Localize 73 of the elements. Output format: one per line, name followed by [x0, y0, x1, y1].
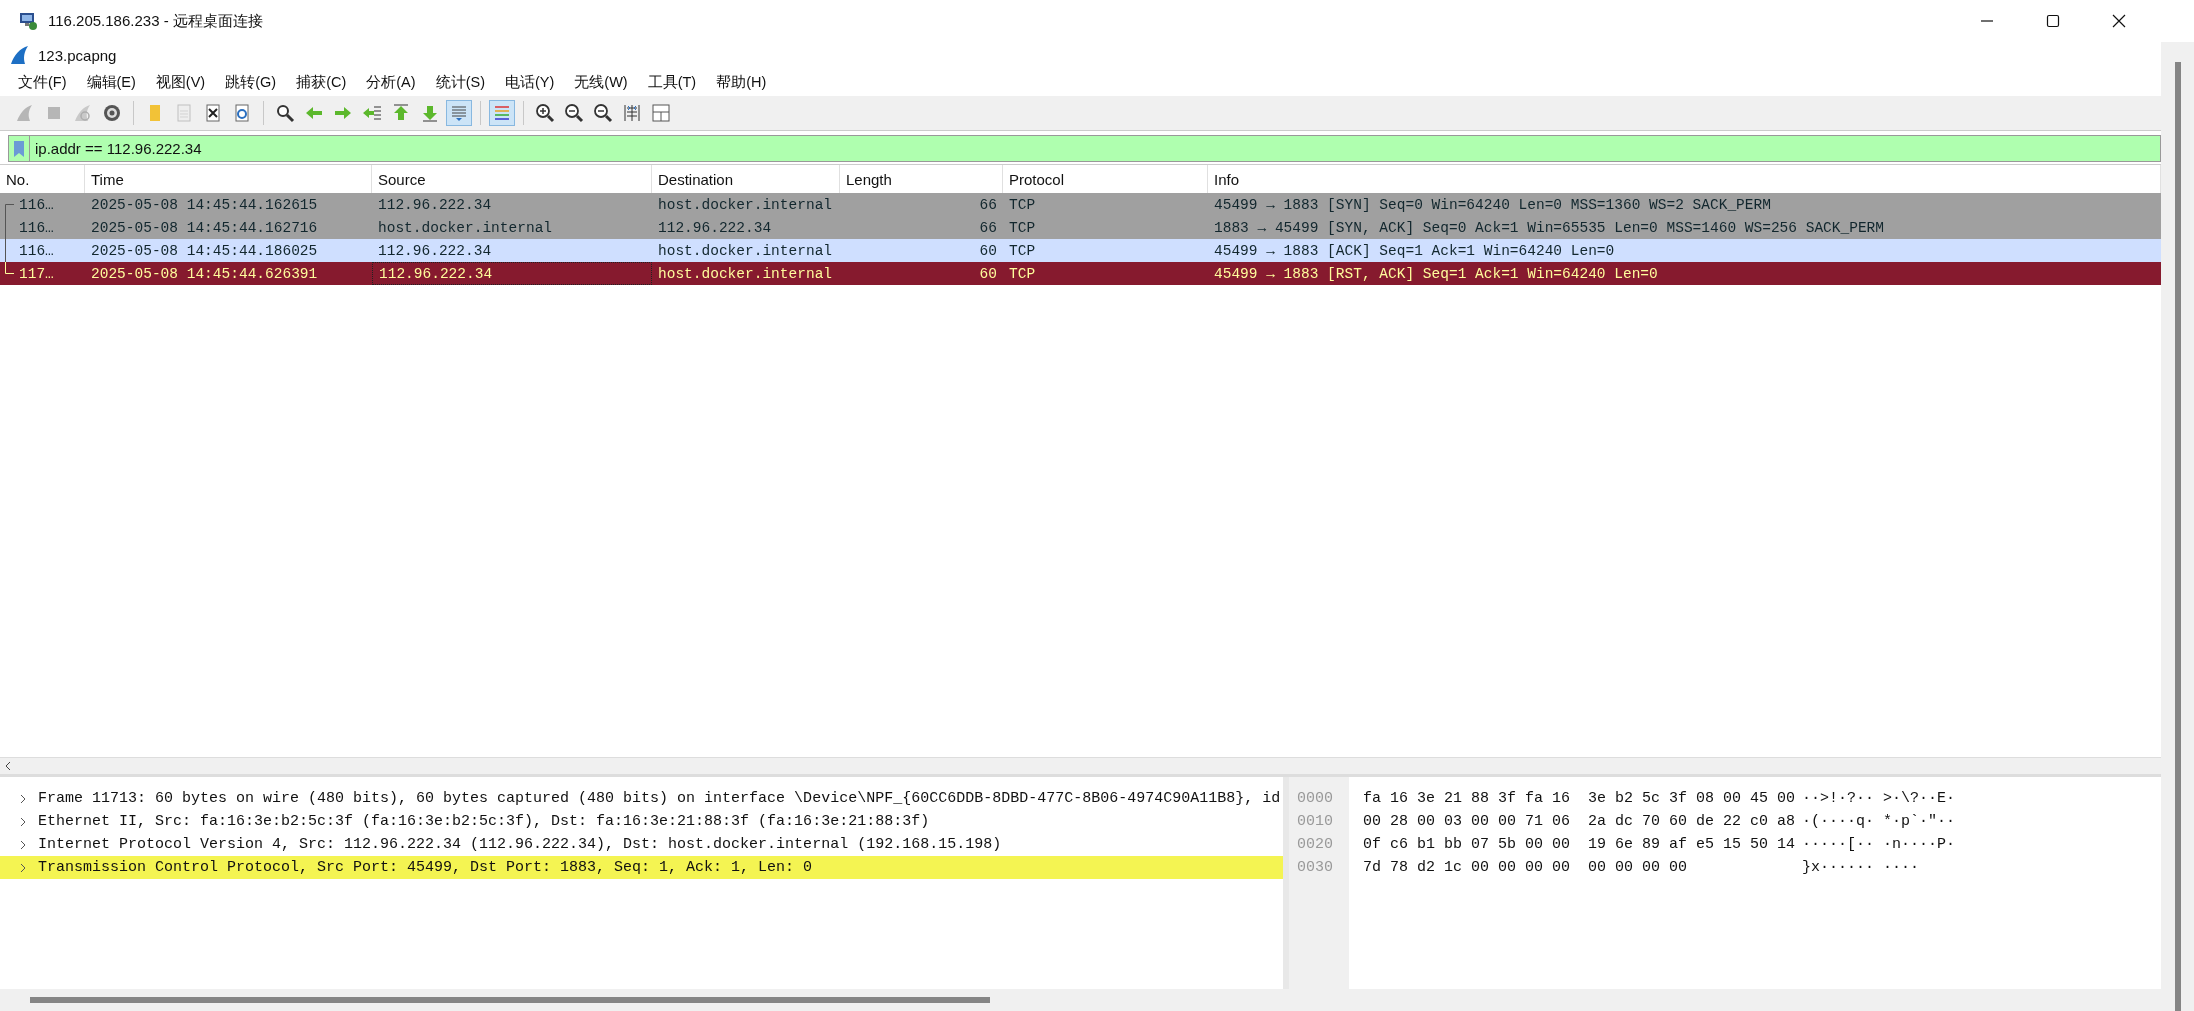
table-cell: 112.96.222.34 — [372, 262, 652, 285]
detail-item[interactable]: Internet Protocol Version 4, Src: 112.96.222.34 (112.96.222.34), Dst: host.docker.internal (192.168.15.198) — [38, 836, 1002, 853]
table-cell-text: host.docker.internal — [657, 241, 834, 261]
expand-icon[interactable] — [18, 862, 28, 873]
monitor-icon — [18, 11, 38, 31]
table-cell-text: 116… — [19, 218, 54, 238]
menu-item[interactable]: 捕获(C) — [286, 72, 357, 92]
packet-row[interactable]: 117… 2025-05-08 14:45:44.626391 112.96.222.34 host.docker.internal 60 TCP 45499 → 1883 [RST, ACK] Seq=1 Ack=1 Win=64240 Len=0 — [0, 262, 2161, 285]
hex-offset: 0030 — [1296, 859, 1334, 876]
menu-item[interactable]: 跳转(G) — [215, 72, 287, 92]
table-cell-text: 116… — [19, 195, 54, 215]
table-cell-text: TCP — [1008, 241, 1037, 261]
hex-bytes: 7d 78 d2 1c 00 00 00 00 00 00 00 00 — [1362, 859, 1689, 876]
autoscroll-icon[interactable] — [446, 100, 472, 126]
menu-item[interactable]: 视图(V) — [145, 72, 216, 92]
table-cell-text: 1883 → 45499 [SYN, ACK] Seq=0 Ack=1 Win=65535 Len=0 MSS=1460 WS=256 SACK_PERM — [1213, 218, 1885, 238]
table-cell-text: TCP — [1008, 264, 1037, 284]
table-cell-text: host.docker.internal — [657, 195, 834, 215]
scrollbar-thumb[interactable] — [30, 997, 990, 1003]
menu-item[interactable]: 统计(S) — [425, 72, 495, 92]
hex-ascii: ·····[·· ·n····P· — [1802, 836, 1956, 853]
bookmark-icon[interactable] — [13, 139, 25, 158]
table-cell-text: host.docker.internal — [657, 264, 834, 284]
expand-icon[interactable] — [18, 793, 28, 804]
detail-item[interactable]: Frame 11713: 60 bytes on wire (480 bits), 60 bytes captured (480 bits) on interface \Device\NPF_{60CC6DDB-8DBD-477C-8B06-4974C90A11B8}, id — [38, 790, 1281, 807]
scrollbar-thumb[interactable] — [2174, 62, 2181, 1011]
hex-offset: 0000 — [1296, 790, 1334, 807]
hex-ascii: ·(····q· *·p`·"·· — [1802, 813, 1956, 830]
hex-bytes: fa 16 3e 21 88 3f fa 16 3e b2 5c 3f 08 00 45 00 — [1362, 790, 1797, 807]
menu-item[interactable]: 分析(A) — [356, 72, 426, 92]
menu-item[interactable]: 工具(T) — [637, 72, 707, 92]
table-cell-text: 2025-05-08 14:45:44.186025 — [90, 241, 319, 261]
table-cell-text: 60 — [978, 264, 998, 284]
table-cell-text: host.docker.internal — [377, 218, 554, 238]
menu-item[interactable]: 电话(Y) — [494, 72, 565, 92]
expand-icon[interactable] — [18, 816, 28, 827]
table-cell-text: 112.96.222.34 — [377, 241, 493, 261]
table-cell-text: 117… — [19, 264, 54, 284]
table-cell-text: 112.96.222.34 — [377, 195, 493, 215]
table-cell-text: 66 — [978, 195, 998, 215]
table-cell-text: 45499 → 1883 [SYN] Seq=0 Win=64240 Len=0 MSS=1360 WS=2 SACK_PERM — [1213, 195, 1772, 215]
hex-offset: 0010 — [1296, 813, 1334, 830]
expand-icon[interactable] — [18, 839, 28, 850]
table-cell-text: TCP — [1008, 218, 1037, 238]
hex-ascii: ··>!·?·· >·\?··E· — [1802, 790, 1956, 807]
scroll-left-icon[interactable] — [3, 761, 13, 771]
colored-lines-icon[interactable] — [489, 100, 515, 126]
window-title: 116.205.186.233 - 远程桌面连接 — [48, 11, 263, 31]
hex-offset: 0020 — [1296, 836, 1334, 853]
table-cell-text: 2025-05-08 14:45:44.162716 — [90, 218, 319, 238]
hex-bytes: 0f c6 b1 bb 07 5b 00 00 19 6e 89 af e5 15 50 14 — [1362, 836, 1797, 853]
menu-item[interactable]: 帮助(H) — [706, 72, 777, 92]
table-cell-text: 45499 → 1883 [ACK] Seq=1 Ack=1 Win=64240 Len=0 — [1213, 241, 1616, 261]
menu-item[interactable]: 编辑(E) — [76, 72, 146, 92]
table-cell-text: 45499 → 1883 [RST, ACK] Seq=1 Ack=1 Win=64240 Len=0 — [1213, 264, 1659, 284]
file-title: 123.pcapng — [38, 46, 117, 64]
table-cell-text: 112.96.222.34 — [657, 218, 773, 238]
table-cell-text: 66 — [978, 218, 998, 238]
detail-item[interactable]: Ethernet II, Src: fa:16:3e:b2:5c:3f (fa:16:3e:b2:5c:3f), Dst: fa:16:3e:21:88:3f (fa:16:3e:21:88:3f) — [38, 813, 930, 830]
fin-icon — [10, 45, 30, 65]
packet-row[interactable]: 116… 2025-05-08 14:45:44.162615 112.96.222.34 host.docker.internal 66 TCP 45499 → 1883 [SYN] Seq=0 Win=64240 Len=0 MSS=1360 WS=2 SACK_PERM — [0, 193, 2161, 216]
display-filter-field[interactable]: ip.addr == 112.96.222.34 — [30, 135, 2161, 162]
hex-bytes: 00 28 00 03 00 00 71 06 2a dc 70 60 de 22 c0 a8 — [1362, 813, 1797, 830]
menu-item[interactable]: 无线(W) — [564, 72, 638, 92]
table-cell-text: 116… — [19, 241, 54, 261]
table-cell-text: 2025-05-08 14:45:44.162615 — [90, 195, 319, 215]
table-cell-text: 2025-05-08 14:45:44.626391 — [90, 264, 319, 284]
table-cell-text: 60 — [978, 241, 998, 261]
menu-item[interactable]: 文件(F) — [8, 72, 77, 92]
hex-ascii: }x······ ···· — [1802, 859, 1920, 876]
packet-row[interactable]: 116… 2025-05-08 14:45:44.186025 112.96.222.34 host.docker.internal 60 TCP 45499 → 1883 [ACK] Seq=1 Ack=1 Win=64240 Len=0 — [0, 239, 2161, 262]
table-cell-text: TCP — [1008, 195, 1037, 215]
packet-row[interactable]: 116… 2025-05-08 14:45:44.162716 host.docker.internal 112.96.222.34 66 TCP 1883 → 45499 [SYN, ACK] Seq=0 Ack=1 Win=65535 Len=0 MSS=1460 WS=256 SACK_PERM — [0, 216, 2161, 239]
